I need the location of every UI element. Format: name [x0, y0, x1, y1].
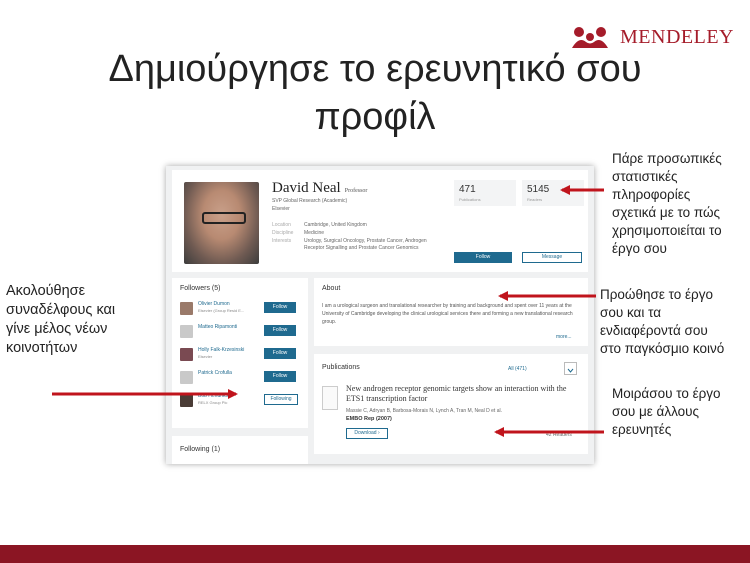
avatar[interactable]	[180, 348, 193, 361]
annotation-share: Μοιράσου το έργο σου με άλλους ερευνητές	[612, 386, 721, 437]
follow-user-button[interactable]: Follow	[264, 371, 296, 382]
annotation-stats: Πάρε προσωπικές στατιστικές πληροφορίες …	[612, 151, 722, 256]
profile-role: Professor	[344, 188, 368, 194]
publication-title[interactable]: New androgen receptor genomic targets sh…	[346, 384, 580, 404]
publications-panel: Publications All (471) New androgen rece…	[314, 354, 588, 454]
avatar[interactable]	[180, 302, 193, 315]
follow-user-button[interactable]: Follow	[264, 325, 296, 336]
following-user-button[interactable]: Following	[264, 394, 298, 405]
follower-name[interactable]: Bob Hendriks	[198, 393, 228, 399]
readers-label: Readers	[527, 197, 543, 202]
follower-row: Bob Hendriks RELX Group Plc Following	[180, 392, 304, 412]
download-label: Download	[354, 430, 377, 436]
publication-readers: 42 Readers	[546, 432, 572, 438]
message-button[interactable]: Message	[522, 252, 582, 263]
publications-label: Publications	[459, 197, 481, 202]
follower-name[interactable]: Holly Falk-Krzesinski	[198, 347, 244, 353]
document-icon	[322, 386, 338, 410]
profile-screenshot: David Neal Professor SVP Global Research …	[166, 166, 594, 464]
follower-name[interactable]: Matteo Ripamonti	[198, 324, 237, 330]
slide-title-line-1: Δημιούργησε το ερευνητικό σου	[108, 48, 642, 90]
following-panel: Following (1)	[172, 436, 308, 464]
about-text: I am a urological surgeon and translatio…	[322, 303, 573, 325]
followers-panel: Followers (5) Olivier Dumon Elsevier (Gr…	[172, 278, 308, 428]
follower-affiliation: Elsevier (Group Resid E...	[198, 308, 245, 313]
annotation-follow: Ακολούθησε συναδέλφους και γίνε μέλος νέ…	[6, 283, 116, 356]
follower-row: Holly Falk-Krzesinski Elsevier Follow	[180, 346, 304, 366]
publications-filter[interactable]: All (471)	[508, 366, 527, 373]
location-value: Cambridge, United Kingdom	[304, 222, 367, 228]
annotation-promote: Προώθησε το έργο σου και τα ενδιαφέροντά…	[600, 287, 725, 356]
about-more-link[interactable]: more...	[556, 334, 572, 341]
profile-employer: Elsevier	[272, 206, 290, 212]
followers-title: Followers (5)	[180, 285, 221, 292]
discipline-value: Medicine	[304, 230, 325, 236]
following-title: Following (1)	[180, 446, 221, 453]
profile-position: SVP Global Research (Academic)	[272, 198, 348, 204]
profile-header: David Neal Professor SVP Global Research …	[172, 170, 588, 272]
avatar[interactable]	[180, 394, 193, 407]
follower-row: Olivier Dumon Elsevier (Group Resid E...…	[180, 300, 304, 320]
avatar[interactable]	[180, 325, 193, 338]
avatar[interactable]	[180, 371, 193, 384]
publication-journal: EMBO Rep (2007)	[346, 416, 392, 422]
about-panel: About I am a urological surgeon and tran…	[314, 278, 588, 346]
follower-affiliation: Elsevier	[198, 354, 213, 359]
follower-row: Patrick Crofulla Follow	[180, 369, 304, 389]
download-button[interactable]: Download ›	[346, 428, 388, 439]
filter-dropdown-button[interactable]	[564, 362, 577, 375]
follower-row: Matteo Ripamonti Follow	[180, 323, 304, 343]
profile-name: David Neal Professor	[272, 180, 368, 196]
profile-photo	[184, 182, 259, 264]
follow-button[interactable]: Follow	[454, 252, 512, 263]
follower-name[interactable]: Patrick Crofulla	[198, 370, 232, 376]
slide-title: Δημιούργησε το ερευνητικό σου προφίλ	[60, 45, 690, 141]
publications-title: Publications	[322, 364, 360, 371]
follower-affiliation: RELX Group Plc	[198, 400, 228, 405]
bottom-bar	[0, 545, 750, 563]
location-label: Location	[272, 222, 291, 228]
follow-user-button[interactable]: Follow	[264, 348, 296, 359]
follow-user-button[interactable]: Follow	[264, 302, 296, 313]
readers-stat[interactable]: 5145 Readers	[522, 180, 584, 206]
publications-count: 471	[459, 184, 476, 195]
about-title: About	[322, 285, 341, 292]
discipline-label: Discipline	[272, 230, 294, 236]
interests-value: Urology, Surgical Oncology, Prostate Can…	[304, 238, 427, 251]
publication-authors: Massie C, Adryan B, Barbosa-Morais N, Ly…	[346, 408, 502, 414]
chevron-down-icon	[567, 368, 574, 373]
interests-label: Interests	[272, 238, 292, 244]
publications-stat[interactable]: 471 Publications	[454, 180, 516, 206]
slide-title-line-2: προφίλ	[314, 96, 436, 138]
follower-name[interactable]: Olivier Dumon	[198, 301, 230, 307]
readers-count: 5145	[527, 184, 550, 195]
